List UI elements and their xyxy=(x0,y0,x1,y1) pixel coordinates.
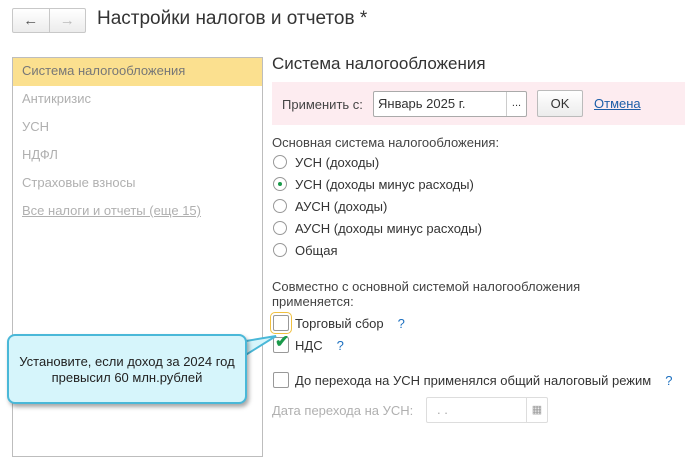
transition-date-input[interactable]: . . ▦ xyxy=(426,397,548,423)
together-label: Совместно с основной системой налогообло… xyxy=(272,279,581,309)
checkbox-icon[interactable] xyxy=(270,312,292,334)
radio-ausn-income[interactable]: АУСН (доходы) xyxy=(273,195,482,217)
cancel-link[interactable]: Отмена xyxy=(594,96,641,111)
page-title: Настройки налогов и отчетов * xyxy=(97,8,368,29)
section-title: Система налогообложения xyxy=(272,54,486,73)
tooltip-text-line1: Установите, если доход за 2024 год xyxy=(19,354,235,369)
nav-buttons: ← → xyxy=(12,8,86,33)
radio-selected-icon xyxy=(273,177,287,191)
sidebar-item-tax-system[interactable]: Система налогообложения xyxy=(13,58,262,86)
sidebar-item-insurance[interactable]: Страховые взносы xyxy=(13,170,262,198)
apply-date-input[interactable]: Январь 2025 г. ... xyxy=(373,91,527,117)
radio-usn-income-minus-expenses[interactable]: УСН (доходы минус расходы) xyxy=(273,173,482,195)
radio-ausn-income-minus-expenses[interactable]: АУСН (доходы минус расходы) xyxy=(273,217,482,239)
tax-system-radio-group: УСН (доходы) УСН (доходы минус расходы) … xyxy=(273,151,482,261)
back-button[interactable]: ← xyxy=(13,9,50,32)
help-icon[interactable]: ? xyxy=(665,373,672,388)
tooltip-text-line2: превысил 60 млн.рублей xyxy=(51,370,203,385)
sidebar-item-usn[interactable]: УСН xyxy=(13,114,262,142)
transition-date-label: Дата перехода на УСН: xyxy=(272,403,414,418)
sidebar-item-all-taxes[interactable]: Все налоги и отчеты (еще 15) xyxy=(13,198,262,226)
calendar-icon[interactable]: ▦ xyxy=(526,398,547,422)
radio-label: УСН (доходы) xyxy=(295,154,380,170)
radio-icon xyxy=(273,199,287,213)
vat-checkbox[interactable]: ✔ НДС ? xyxy=(273,332,344,356)
radio-usn-income[interactable]: УСН (доходы) xyxy=(273,151,482,173)
main-system-label: Основная система налогообложения: xyxy=(272,135,500,150)
radio-label: Общая xyxy=(295,242,338,258)
help-icon[interactable]: ? xyxy=(337,338,344,353)
radio-label: УСН (доходы минус расходы) xyxy=(295,176,474,192)
transition-date-value[interactable]: . . xyxy=(427,398,526,422)
apply-label: Применить с: xyxy=(282,97,363,112)
ok-button[interactable]: OK xyxy=(537,90,583,117)
help-icon[interactable]: ? xyxy=(398,316,405,331)
radio-icon xyxy=(273,155,287,169)
prior-general-checkbox[interactable]: До перехода на УСН применялся общий нало… xyxy=(273,369,672,391)
picker-button[interactable]: ... xyxy=(506,92,526,116)
forward-button[interactable]: → xyxy=(50,9,86,32)
radio-general[interactable]: Общая xyxy=(273,239,482,261)
checkbox-icon[interactable] xyxy=(273,372,289,388)
apply-date-value[interactable]: Январь 2025 г. xyxy=(374,92,506,116)
radio-label: АУСН (доходы минус расходы) xyxy=(295,220,482,236)
radio-icon xyxy=(273,243,287,257)
sidebar-item-anticrisis[interactable]: Антикризис xyxy=(13,86,262,114)
sidebar-item-ndfl[interactable]: НДФЛ xyxy=(13,142,262,170)
trade-fee-label: Торговый сбор xyxy=(295,315,384,331)
radio-icon xyxy=(273,221,287,235)
trade-fee-checkbox[interactable]: Торговый сбор ? xyxy=(270,312,405,334)
vat-label: НДС xyxy=(295,337,323,353)
prior-general-label: До перехода на УСН применялся общий нало… xyxy=(295,372,652,388)
tooltip: Установите, если доход за 2024 год превы… xyxy=(7,334,247,404)
radio-label: АУСН (доходы) xyxy=(295,198,388,214)
